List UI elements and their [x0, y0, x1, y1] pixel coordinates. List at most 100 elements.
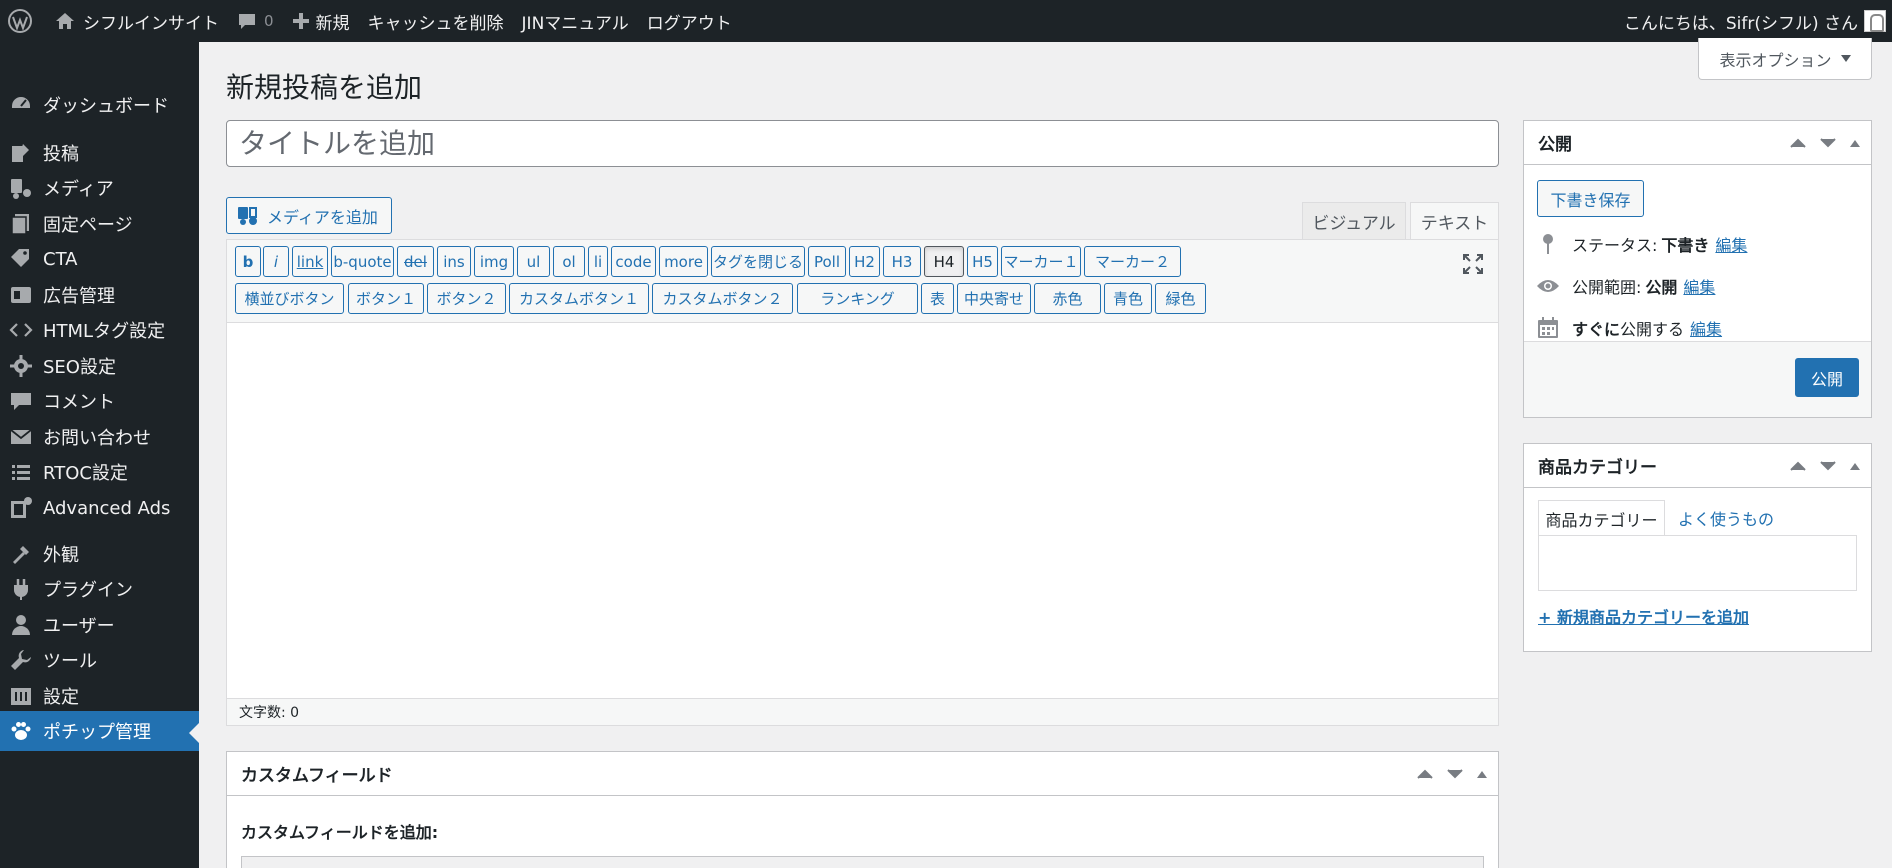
publish-handle-actions [1789, 137, 1861, 149]
tab-text[interactable]: テキスト [1410, 202, 1499, 240]
sidebar-item-label: お問い合わせ [43, 428, 151, 449]
quicktag-button[interactable]: 横並びボタン [235, 283, 344, 314]
tab-visual[interactable]: ビジュアル [1302, 202, 1406, 240]
edit-status-link[interactable]: 編集 [1715, 232, 1747, 256]
sidebar-item-3[interactable]: 固定ページ [0, 204, 199, 244]
move-down-icon[interactable] [1446, 768, 1464, 780]
pages-icon [9, 212, 33, 236]
schedule-suffix: 公開する [1620, 320, 1685, 339]
sidebar-item-1[interactable]: 投稿 [0, 133, 199, 173]
toggle-panel-icon[interactable] [1849, 138, 1861, 148]
new-label: 新規 [315, 13, 350, 34]
sidebar-item-15[interactable]: ツール [0, 640, 199, 680]
appearance-icon [9, 542, 33, 566]
move-up-icon[interactable] [1416, 768, 1434, 780]
edit-visibility-link[interactable]: 編集 [1683, 274, 1715, 298]
screen-options-button[interactable]: 表示オプション [1698, 38, 1872, 80]
status-label: ステータス: [1572, 236, 1658, 255]
quicktag-button[interactable]: H5 [967, 246, 998, 277]
quicktag-button[interactable]: H3 [883, 246, 921, 277]
quicktag-button[interactable]: img [474, 246, 514, 277]
sidebar-item-2[interactable]: メディア [0, 168, 199, 208]
sidebar-item-13[interactable]: プラグイン [0, 569, 199, 609]
post-title-input[interactable] [226, 120, 1499, 167]
move-up-icon[interactable] [1789, 137, 1807, 149]
quicktag-button[interactable]: H2 [849, 246, 880, 277]
text-editor: b i link b-quote del ins img ul ol li code more タグを閉… [226, 239, 1499, 726]
add-new-category-link[interactable]: + 新規商品カテゴリーを追加 [1538, 604, 1749, 628]
site-name-link[interactable]: シフルインサイト [46, 0, 228, 42]
sidebar-item-12[interactable]: 外観 [0, 534, 199, 574]
quicktag-button[interactable]: link [292, 246, 328, 277]
quicktag-button[interactable]: i [263, 246, 289, 277]
quicktag-button[interactable]: code [611, 246, 656, 277]
quicktag-button[interactable]: 緑色 [1155, 283, 1206, 314]
wordpress-logo-icon[interactable] [0, 0, 46, 42]
jin-manual-link[interactable]: JINマニュアル [513, 0, 638, 42]
tab-all-categories[interactable]: 商品カテゴリー [1538, 500, 1665, 536]
sidebar-item-9[interactable]: お問い合わせ [0, 417, 199, 457]
quicktag-button[interactable]: 赤色 [1034, 283, 1101, 314]
quicktag-button[interactable]: li [588, 246, 608, 277]
post-content-textarea[interactable] [227, 324, 1498, 698]
sidebar-item-5[interactable]: 広告管理 [0, 275, 199, 315]
sidebar-item-6[interactable]: HTMLタグ設定 [0, 310, 199, 350]
fullscreen-icon[interactable] [1461, 252, 1485, 276]
move-down-icon[interactable] [1819, 460, 1837, 472]
settings-icon [9, 684, 33, 708]
tag-icon [9, 247, 33, 271]
page-title: 新規投稿を追加 [226, 71, 423, 104]
quicktag-button[interactable]: 青色 [1104, 283, 1152, 314]
sidebar-item-label: RTOC設定 [43, 463, 128, 484]
quicktag-button[interactable]: 表 [921, 283, 954, 314]
quicktag-button[interactable]: ul [517, 246, 550, 277]
quicktag-button[interactable]: b [235, 246, 261, 277]
quicktag-button[interactable]: b-quote [331, 246, 394, 277]
move-up-icon[interactable] [1789, 460, 1807, 472]
sidebar-item-16[interactable]: 設定 [0, 676, 199, 716]
quicktag-button[interactable]: 中央寄せ [957, 283, 1031, 314]
sidebar-item-label: 固定ページ [43, 215, 133, 236]
quicktag-button[interactable]: マーカー１ [1001, 246, 1081, 277]
tab-popular-categories[interactable]: よく使うもの [1671, 500, 1781, 536]
sidebar-item-label: ツール [43, 651, 97, 672]
sidebar-item-7[interactable]: SEO設定 [0, 346, 199, 386]
category-checklist [1538, 535, 1857, 591]
sidebar-item-17[interactable]: ポチップ管理 [0, 711, 199, 751]
quicktag-button[interactable]: カスタムボタン２ [652, 283, 793, 314]
quicktag-button[interactable]: del [397, 246, 434, 277]
quicktag-button[interactable]: more [659, 246, 708, 277]
my-account-link[interactable]: こんにちは、Sifr(シフル) さん [1615, 0, 1892, 42]
quicktag-button[interactable]: ins [437, 246, 471, 277]
comments-link[interactable]: 0 [228, 0, 283, 42]
toggle-panel-icon[interactable] [1849, 461, 1861, 471]
quicktag-button[interactable]: ol [553, 246, 585, 277]
sidebar-item-8[interactable]: コメント [0, 381, 199, 421]
paw-icon [9, 719, 33, 743]
sidebar-item-10[interactable]: RTOC設定 [0, 452, 199, 492]
move-down-icon[interactable] [1819, 137, 1837, 149]
save-draft-button[interactable]: 下書き保存 [1537, 180, 1644, 217]
calendar-icon [1536, 316, 1560, 340]
toggle-panel-icon[interactable] [1476, 769, 1488, 779]
sidebar-item-4[interactable]: CTA [0, 239, 199, 279]
edit-schedule-link[interactable]: 編集 [1690, 316, 1722, 340]
quicktag-button[interactable]: ボタン１ [348, 283, 424, 314]
sidebar-item-0[interactable]: ダッシュボード [0, 85, 199, 125]
quicktag-button[interactable]: ボタン２ [427, 283, 506, 314]
quicktag-button[interactable]: カスタムボタン１ [509, 283, 649, 314]
quicktag-button[interactable]: H4 [924, 246, 964, 277]
quicktag-button[interactable]: ランキング [797, 283, 918, 314]
sidebar-item-label: SEO設定 [43, 357, 116, 378]
add-media-button[interactable]: メディアを追加 [226, 197, 392, 234]
sidebar-item-11[interactable]: Advanced Ads [0, 488, 199, 528]
logout-link[interactable]: ログアウト [638, 0, 741, 42]
quicktag-button[interactable]: Poll [808, 246, 846, 277]
gear-icon [9, 354, 33, 378]
publish-button[interactable]: 公開 [1795, 358, 1859, 397]
quicktag-button[interactable]: マーカー２ [1084, 246, 1181, 277]
clear-cache-link[interactable]: キャッシュを削除 [359, 0, 513, 42]
new-content-link[interactable]: 新規 [283, 0, 359, 42]
sidebar-item-14[interactable]: ユーザー [0, 605, 199, 645]
quicktag-button[interactable]: タグを閉じる [711, 246, 805, 277]
